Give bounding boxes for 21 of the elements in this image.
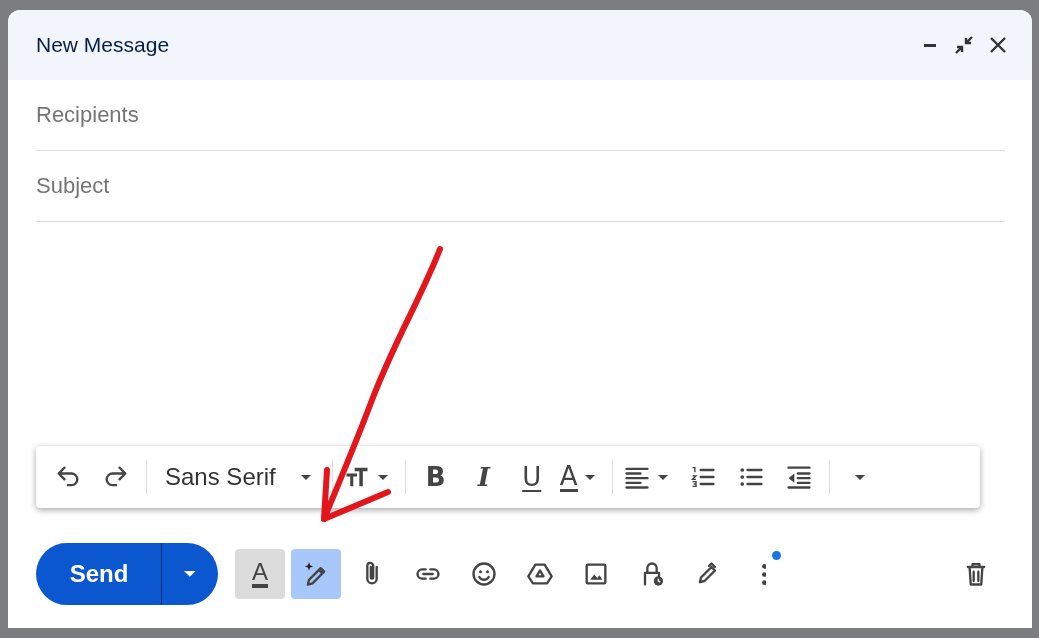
caret-icon bbox=[300, 474, 311, 480]
italic-button[interactable]: I bbox=[463, 457, 504, 497]
caret-icon bbox=[377, 474, 388, 480]
text-color-button[interactable]: A bbox=[559, 457, 602, 497]
caret-icon bbox=[854, 474, 865, 480]
underline-button[interactable]: U bbox=[511, 457, 552, 497]
window-title: New Message bbox=[36, 33, 171, 57]
subject-field[interactable]: Subject bbox=[36, 151, 1005, 222]
minimize-icon bbox=[924, 43, 936, 47]
smiley-icon bbox=[470, 560, 498, 588]
help-write-button[interactable] bbox=[291, 549, 341, 599]
font-dropdown[interactable]: Sans Serif bbox=[157, 457, 322, 497]
send-button[interactable]: Send bbox=[36, 543, 162, 605]
send-options-button[interactable] bbox=[162, 543, 218, 605]
caret-icon bbox=[584, 474, 595, 480]
recipients-field[interactable]: Recipients bbox=[36, 80, 1005, 151]
more-icon bbox=[761, 563, 767, 585]
caret-icon bbox=[657, 474, 668, 480]
formatting-button[interactable]: A bbox=[235, 549, 285, 599]
bold-button[interactable]: B bbox=[415, 457, 456, 497]
caret-icon bbox=[184, 571, 196, 577]
